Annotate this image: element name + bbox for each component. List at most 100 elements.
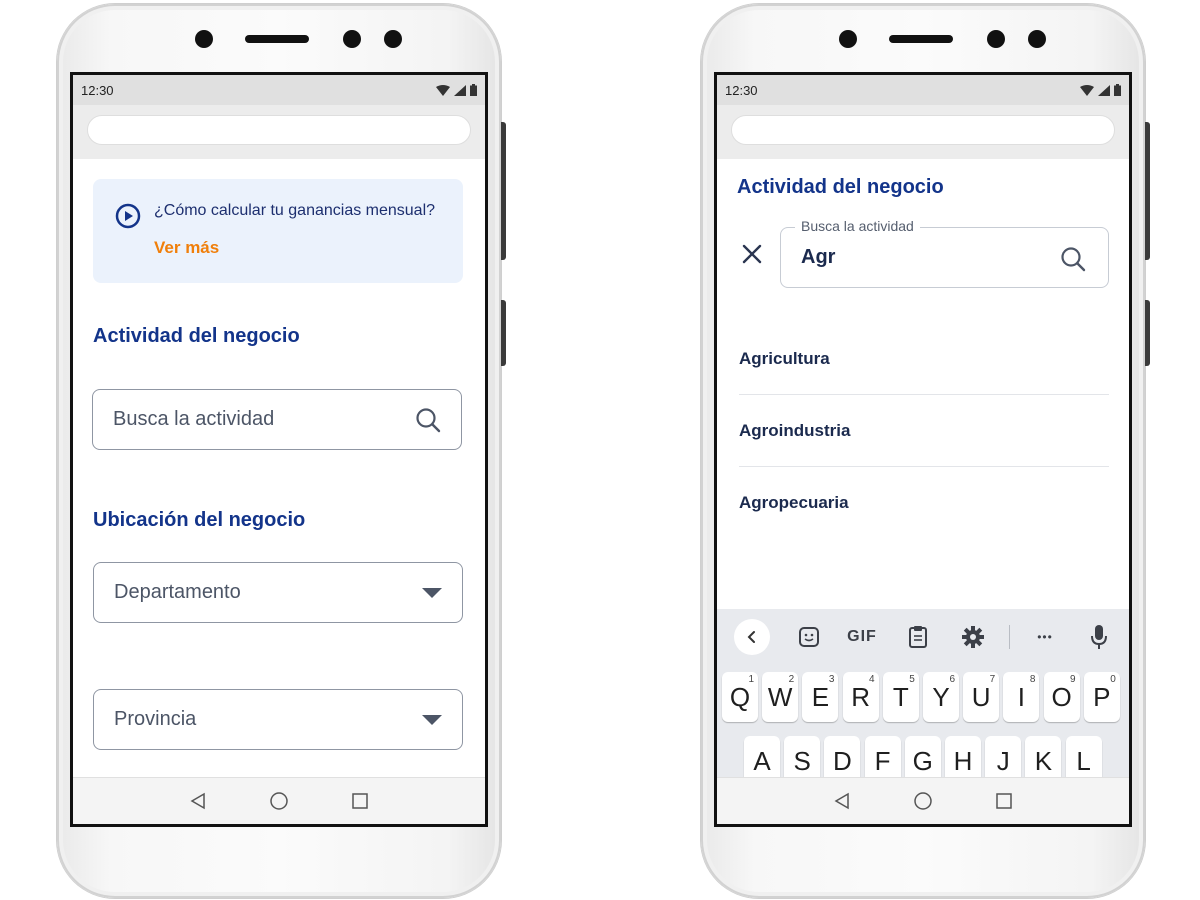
earpiece-speaker: [245, 35, 309, 43]
key-hint: 2: [788, 674, 795, 685]
key-label: P: [1093, 681, 1111, 712]
key-label: Y: [932, 681, 950, 712]
activity-search-input[interactable]: Busca la actividad Agr: [780, 218, 1109, 288]
search-icon: [1061, 247, 1086, 272]
key-label: T: [892, 681, 909, 712]
wifi-icon: [436, 84, 450, 96]
status-time: 12:30: [81, 82, 114, 98]
home-circle-icon[interactable]: [913, 791, 933, 811]
dropdown-arrow-icon: [422, 714, 442, 725]
key-label: W: [767, 681, 793, 712]
province-select[interactable]: Provincia: [93, 689, 463, 750]
key-label: F: [874, 745, 891, 776]
chevron-left-icon: [747, 631, 755, 643]
browser-toolbar: [717, 105, 1129, 159]
voice-input-button[interactable]: [1087, 623, 1111, 651]
earpiece-speaker: [889, 35, 953, 43]
sensor-dot: [1028, 30, 1046, 48]
key-label: O: [1051, 681, 1072, 712]
clipboard-icon: [909, 626, 927, 648]
key-t[interactable]: T5: [882, 672, 919, 722]
wifi-icon: [1080, 84, 1094, 96]
key-label: G: [912, 745, 933, 776]
sticker-icon: [799, 627, 819, 647]
key-i[interactable]: I8: [1003, 672, 1040, 722]
search-floating-label: Busca la actividad: [795, 218, 920, 234]
front-camera: [195, 30, 213, 48]
key-label: Q: [729, 681, 751, 712]
gif-button[interactable]: GIF: [844, 623, 880, 651]
power-button: [501, 300, 506, 366]
address-bar[interactable]: [87, 115, 471, 145]
result-label: Agropecuaria: [739, 493, 849, 512]
status-icons: [436, 84, 477, 96]
search-icon: [416, 407, 441, 432]
result-item[interactable]: Agropecuaria: [739, 467, 1109, 539]
home-circle-icon[interactable]: [269, 791, 289, 811]
key-u[interactable]: U7: [963, 672, 1000, 722]
key-label: D: [833, 745, 852, 776]
key-hint: 9: [1070, 674, 1076, 685]
signal-icon: [1098, 84, 1110, 96]
activity-search-input[interactable]: Busca la actividad: [92, 389, 462, 450]
province-label: Provincia: [114, 708, 197, 730]
screen: 12:30 ¿Cómo calcular tu ganancias mensua…: [70, 72, 488, 827]
result-label: Agricultura: [739, 348, 830, 368]
key-label: I: [1017, 681, 1025, 712]
clipboard-button[interactable]: [905, 623, 931, 651]
result-item[interactable]: Agroindustria: [739, 395, 1109, 467]
result-item[interactable]: Agricultura: [739, 323, 1109, 395]
activity-title: Actividad del negocio: [93, 325, 300, 347]
status-bar: 12:30: [717, 75, 1129, 105]
sticker-button[interactable]: [795, 623, 823, 651]
key-label: R: [851, 681, 870, 712]
sensor-dot: [384, 30, 402, 48]
department-select[interactable]: Departamento: [93, 562, 463, 623]
toolbar-separator: [1009, 625, 1010, 649]
signal-icon: [454, 84, 466, 96]
activity-title: Actividad del negocio: [737, 176, 944, 198]
key-hint: 7: [989, 674, 996, 685]
key-hint: 3: [828, 674, 835, 685]
key-hint: 4: [869, 674, 875, 685]
key-q[interactable]: Q1: [722, 672, 758, 722]
key-r[interactable]: R4: [842, 672, 879, 722]
key-o[interactable]: O9: [1043, 672, 1080, 722]
address-bar[interactable]: [731, 115, 1115, 145]
key-p[interactable]: P0: [1083, 672, 1120, 722]
key-w[interactable]: W2: [762, 672, 799, 722]
status-time: 12:30: [725, 82, 758, 98]
location-title: Ubicación del negocio: [93, 509, 306, 531]
android-nav-bar: [717, 777, 1129, 824]
sensor-dot: [343, 30, 361, 48]
phone-right: 12:30 Actividad del negocio Busca la act…: [701, 4, 1150, 898]
volume-button: [1145, 122, 1150, 260]
browser-toolbar: [73, 105, 485, 159]
keyboard-row-1: Q1W2E3R4T5Y6U7I8O9P0: [717, 672, 1129, 724]
close-icon[interactable]: [741, 243, 763, 265]
see-more-link[interactable]: Ver más: [154, 238, 219, 258]
key-label: J: [996, 745, 1010, 776]
keyboard-toolbar: GIF •••: [717, 609, 1129, 665]
back-triangle-icon[interactable]: [833, 792, 851, 810]
more-options-button[interactable]: •••: [1031, 623, 1059, 651]
recents-square-icon[interactable]: [351, 792, 369, 810]
key-label: U: [971, 681, 991, 712]
play-circle-icon[interactable]: [115, 203, 141, 229]
key-hint: 1: [748, 674, 754, 685]
info-question: ¿Cómo calcular tu ganancias mensual?: [154, 202, 436, 219]
volume-button: [501, 122, 506, 260]
battery-icon: [470, 84, 477, 96]
key-e[interactable]: E3: [802, 672, 839, 722]
recents-square-icon[interactable]: [995, 792, 1013, 810]
key-label: E: [811, 681, 830, 712]
status-icons: [1080, 84, 1121, 96]
keyboard-collapse-button[interactable]: [734, 619, 770, 655]
gear-icon: [962, 626, 984, 648]
key-hint: 6: [949, 674, 955, 685]
key-label: A: [753, 745, 771, 776]
settings-button[interactable]: [959, 623, 987, 651]
back-triangle-icon[interactable]: [189, 792, 207, 810]
key-y[interactable]: Y6: [923, 672, 959, 722]
key-label: L: [1076, 745, 1091, 776]
